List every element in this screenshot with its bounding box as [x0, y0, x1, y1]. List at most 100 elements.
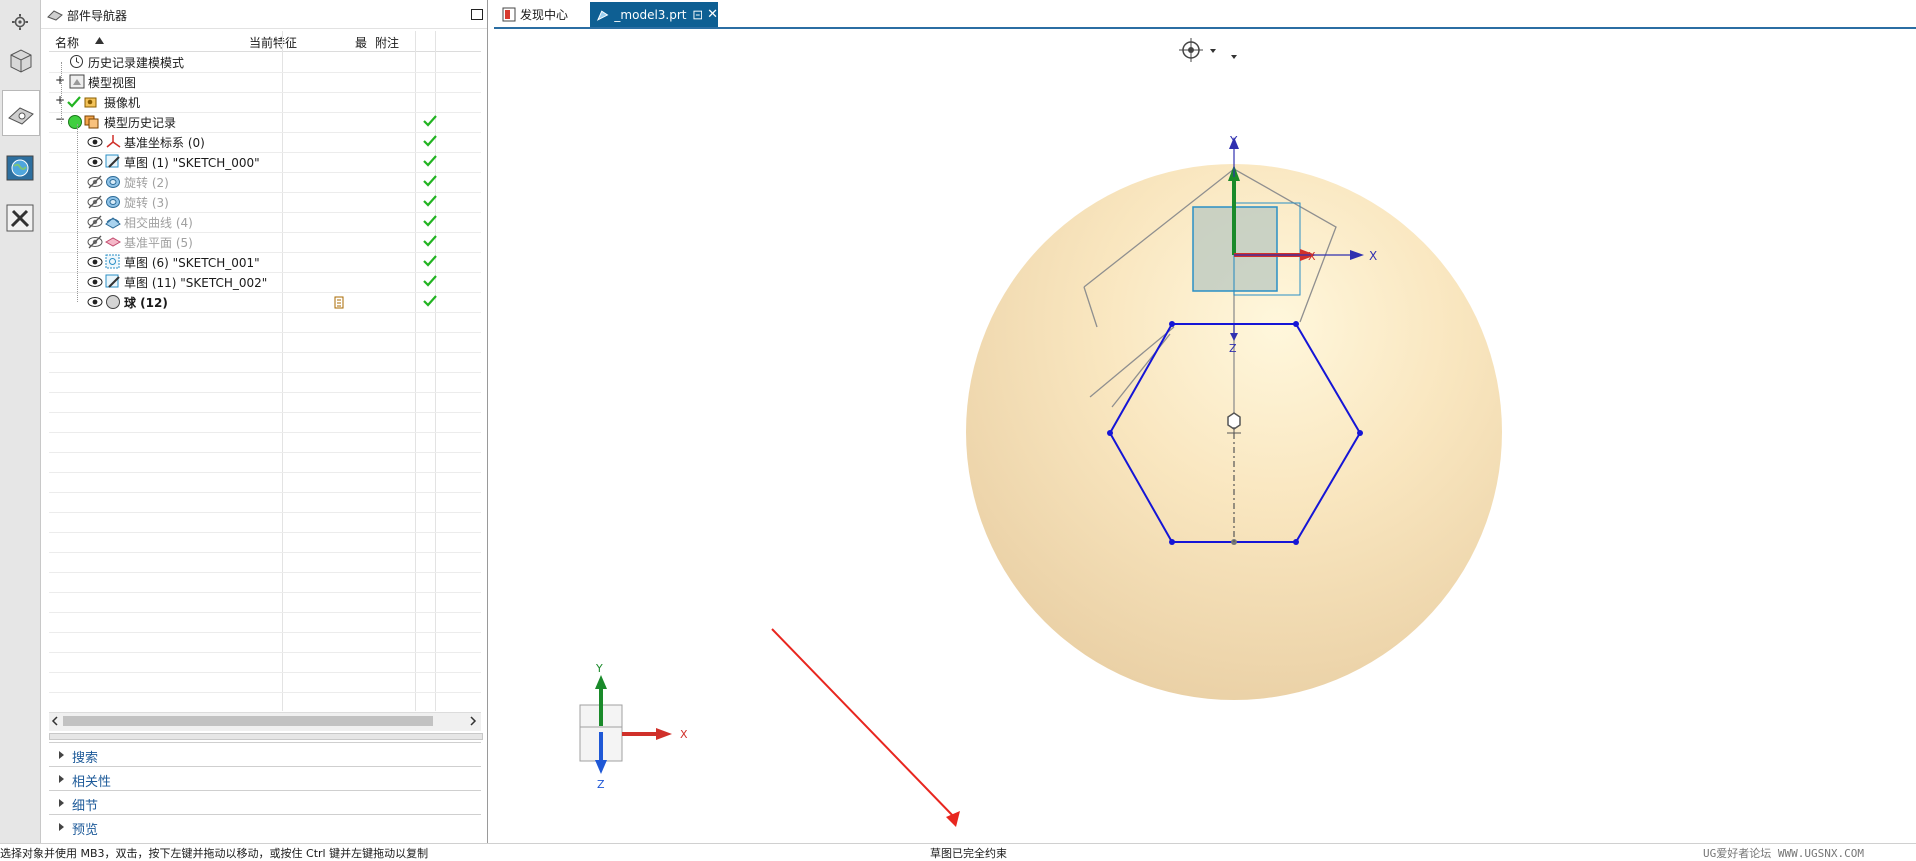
tree-label: 球 (12): [124, 296, 168, 310]
tree-label: 摄像机: [104, 96, 141, 110]
panel-preview[interactable]: 预览: [49, 814, 481, 838]
revolve-icon: [106, 176, 120, 188]
column-latest[interactable]: 最: [355, 34, 367, 51]
navigator-title: 部件导航器: [67, 9, 128, 23]
panel-splitter[interactable]: [49, 733, 483, 740]
sort-up-icon: [95, 37, 104, 44]
status-prompt: 选择对象并使用 MB3，双击，按下左键并拖动以移动，或按住 Ctrl 键并左键拖…: [0, 847, 429, 860]
eye-hidden-icon[interactable]: [87, 175, 103, 189]
triad-label-z: Z: [597, 778, 605, 791]
tree-row-datum-plane[interactable]: 基准平面 (5): [49, 232, 481, 252]
tree-row-model-history[interactable]: − 模型历史记录: [49, 112, 481, 132]
tree-row-cameras[interactable]: + 摄像机: [49, 92, 481, 112]
center-point-icon: [1227, 412, 1241, 430]
tree-label: 模型视图: [88, 76, 137, 90]
grid-line: [49, 392, 481, 393]
tree-label: 相交曲线 (4): [124, 216, 193, 230]
scrollbar-thumb[interactable]: [63, 716, 433, 726]
panel-details[interactable]: 细节: [49, 790, 481, 814]
grid-line: [49, 612, 481, 613]
eye-hidden-icon[interactable]: [87, 235, 103, 249]
scroll-left-icon[interactable]: [51, 716, 59, 726]
tree-label: 草图 (1) "SKETCH_000": [124, 156, 260, 170]
part-file-icon: [596, 9, 609, 21]
eye-icon[interactable]: [87, 255, 103, 269]
eye-icon[interactable]: [87, 135, 103, 149]
graphics-window[interactable]: Y X X Z Y X Z: [494, 29, 1916, 843]
sketch-icon: [105, 154, 120, 168]
check-icon: [67, 96, 81, 108]
tree-row-sketch-001[interactable]: 草图 (6) "SKETCH_001": [49, 252, 481, 272]
part-navigator-icon[interactable]: [2, 90, 40, 136]
camera-icon: [84, 97, 97, 108]
grid-line: [49, 652, 481, 653]
grid-line: [49, 592, 481, 593]
scroll-right-icon[interactable]: [469, 716, 477, 726]
tools-icon[interactable]: [2, 196, 38, 240]
column-current-feature[interactable]: 当前特征: [249, 34, 297, 51]
grid-line: [49, 412, 481, 413]
sphere-icon: [106, 295, 120, 309]
view-orientation-toolbar[interactable]: [1170, 35, 1240, 65]
eye-icon[interactable]: [87, 295, 103, 309]
grid-line: [49, 492, 481, 493]
panel-search[interactable]: 搜索: [49, 742, 481, 766]
column-name[interactable]: 名称: [55, 34, 79, 51]
status-green-icon: [68, 115, 82, 129]
tab-model3-prt[interactable]: _model3.prt ✕: [590, 2, 718, 27]
grid-line: [49, 312, 481, 313]
column-notes[interactable]: 附注: [375, 34, 399, 51]
expand-arrow-icon: [59, 751, 64, 759]
tree-label: 基准平面 (5): [124, 236, 193, 250]
tree-connector: [77, 124, 79, 302]
tree-row-sketch-000[interactable]: 草图 (1) "SKETCH_000": [49, 152, 481, 172]
check-icon: [423, 135, 437, 147]
intersection-curve-icon: [105, 217, 121, 229]
expand-arrow-icon: [59, 775, 64, 783]
tree-label: 基准坐标系 (0): [124, 136, 205, 150]
check-icon: [423, 115, 437, 127]
view-triad[interactable]: Y X Z: [579, 662, 688, 791]
globe-icon[interactable]: [2, 146, 38, 190]
resource-bar: [0, 0, 41, 843]
grid-line: [49, 512, 481, 513]
tree-row-datum-csys[interactable]: 基准坐标系 (0): [49, 132, 481, 152]
tree-row-intersection-curve[interactable]: 相交曲线 (4): [49, 212, 481, 232]
part-navigator-icon: [47, 10, 63, 21]
tab-discovery-center[interactable]: 发现中心: [498, 2, 586, 27]
status-bar: 选择对象并使用 MB3，双击，按下左键并拖动以移动，或按住 Ctrl 键并左键拖…: [0, 843, 1916, 861]
model-view-icon: [69, 74, 85, 89]
annotation-arrow: [771, 628, 960, 827]
navigator-title-bar: 部件导航器: [41, 0, 487, 29]
grid-line: [49, 452, 481, 453]
eye-hidden-icon[interactable]: [87, 195, 103, 209]
tree-row-model-views[interactable]: + 模型视图: [49, 72, 481, 92]
tree-row-revolve-2[interactable]: 旋转 (2): [49, 172, 481, 192]
revolve-icon: [106, 196, 120, 208]
grid-line: [49, 552, 481, 553]
check-icon: [423, 255, 437, 267]
grid-line: [49, 532, 481, 533]
part-cube-icon[interactable]: [2, 38, 38, 82]
eye-icon[interactable]: [87, 275, 103, 289]
tree-label: 草图 (6) "SKETCH_001": [124, 256, 260, 270]
triad-label-y: Y: [595, 662, 603, 675]
tree-row-revolve-3[interactable]: 旋转 (3): [49, 192, 481, 212]
axis-label-z: Z: [1229, 342, 1237, 355]
tree-label: 模型历史记录: [104, 116, 177, 130]
axis-label-y: Y: [1229, 134, 1238, 148]
check-icon: [423, 275, 437, 287]
watermark: UG爱好者论坛 WWW.UGSNX.COM: [1703, 847, 1864, 860]
maximize-icon[interactable]: [471, 9, 483, 20]
close-tab-icon[interactable]: ✕: [707, 7, 718, 22]
tree-row-sphere[interactable]: 球 (12): [49, 292, 481, 312]
panel-dependencies[interactable]: 相关性: [49, 766, 481, 790]
eye-icon[interactable]: [87, 155, 103, 169]
eye-hidden-icon[interactable]: [87, 215, 103, 229]
grid-line: [49, 352, 481, 353]
datum-plane-icon: [105, 237, 121, 247]
tree-row-history-mode[interactable]: 历史记录建模模式: [49, 52, 481, 72]
tree-row-sketch-002[interactable]: 草图 (11) "SKETCH_002": [49, 272, 481, 292]
part-navigator: 部件导航器 名称 当前特征 最 附注 历史记录建模模式 + 模型视图 + 摄像机…: [41, 0, 488, 843]
history-icon: [84, 115, 99, 129]
